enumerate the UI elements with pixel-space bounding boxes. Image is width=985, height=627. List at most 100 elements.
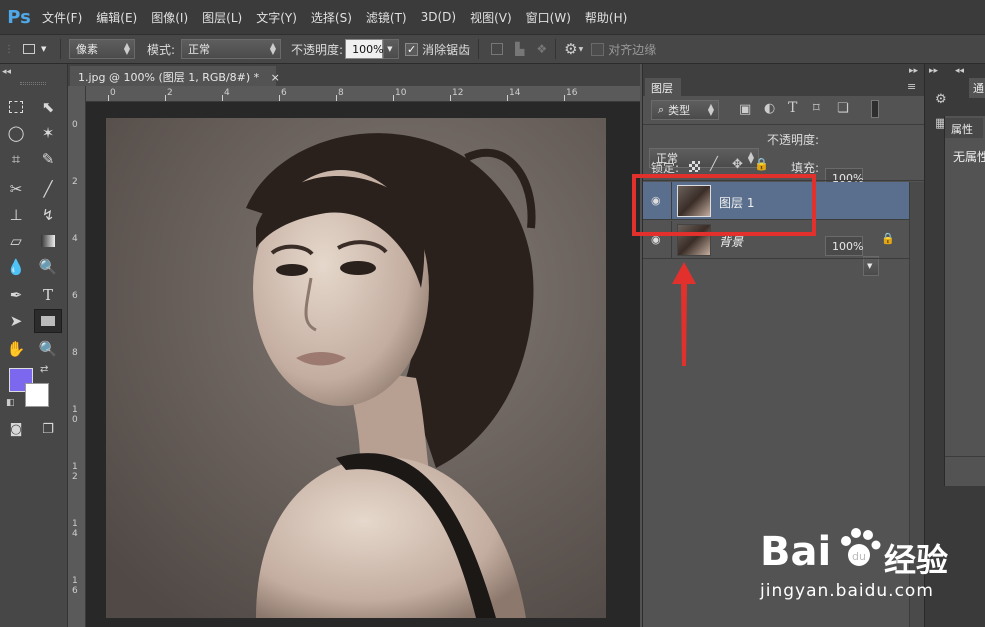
menu-image[interactable]: 图像(I) [151,9,188,26]
filter-type-icon[interactable]: T [788,100,797,116]
properties-panel: 属性 无属性 [944,116,985,486]
ruler-tick [507,95,508,101]
watermark-brand-2: 经验 [884,541,949,579]
type-tool-icon[interactable]: T [36,284,60,306]
background-color-swatch[interactable] [25,383,49,407]
mode-label: 模式: [147,42,176,57]
pen-tool-icon[interactable]: ✒ [4,284,28,306]
menu-file[interactable]: 文件(F) [42,9,82,26]
fill-dropdown[interactable]: ▼ [863,256,879,276]
filter-shape-icon[interactable]: ⌑ [813,101,820,116]
dock-collapse-icon[interactable]: ◂◂ [955,66,964,76]
ruler-tick [279,95,280,101]
menu-type[interactable]: 文字(Y) [256,9,297,26]
opacity-dropdown[interactable]: ▼ [383,39,400,59]
marquee-tool-icon[interactable] [4,96,28,118]
properties-bottom-divider [945,456,985,457]
zoom-tool-icon[interactable]: 🔍 [36,338,60,360]
ruler-tick [222,95,223,101]
ruler-tick [393,95,394,101]
dodge-tool-icon[interactable]: 🔍 [36,256,60,278]
panel-menu-icon[interactable]: ≡ [907,80,916,93]
menu-view[interactable]: 视图(V) [470,9,512,26]
default-colors-icon[interactable]: ◧ [6,398,15,408]
filter-adjustment-icon[interactable]: ◐ [764,101,775,116]
lock-position-icon[interactable]: ✥ [732,157,743,172]
vertical-ruler: 0 2 4 6 8 1 0 1 2 1 4 1 6 [68,86,86,627]
lock-image-pixels-icon[interactable]: ╱ [710,157,718,172]
ruler-tick [165,95,166,101]
clone-stamp-tool-icon[interactable]: ⊥ [4,204,28,226]
properties-tab[interactable]: 属性 [945,118,983,138]
chevron-down-icon: ▼ [41,45,47,53]
properties-tab-label: 属性 [951,123,973,136]
layers-panel-tab[interactable]: 图层 [645,78,681,96]
ruler-tick-label: 16 [566,88,578,98]
path-operations-icon[interactable] [491,43,504,55]
horizontal-ruler: 0 2 4 6 8 10 12 14 16 [86,86,640,102]
document-tab[interactable]: 1.jpg @ 100% (图层 1, RGB/8#) * × [70,66,280,86]
path-arrangement-icon[interactable]: ❖ [536,42,547,56]
filter-smart-object-icon[interactable]: ❏ [837,101,849,116]
menu-window[interactable]: 窗口(W) [526,9,571,26]
rectangle-tool-icon[interactable] [34,309,62,333]
align-edges-checkbox[interactable] [591,42,605,56]
panel-collapse-icon[interactable]: ▸▸ [909,66,918,76]
move-tool-icon[interactable]: ⬉ [36,96,60,118]
dock-expand-icon[interactable]: ▸▸ [929,66,938,76]
crop-tool-icon[interactable]: ⌗ [4,148,28,170]
screen-mode-icon[interactable]: ❐ [36,418,60,440]
menu-filter[interactable]: 滤镜(T) [366,9,407,26]
opacity-label: 不透明度: [291,42,344,57]
path-selection-tool-icon[interactable]: ➤ [4,310,28,332]
options-divider [478,39,480,59]
path-alignment-icon[interactable]: ▙ [515,42,524,56]
watermark-brand: Bai [760,529,831,575]
search-icon: ⌕ [658,103,665,116]
filter-pixel-icon[interactable]: ▣ [739,102,751,117]
ruler-tick-label: 0 [72,120,78,130]
toolbar-collapse-icon[interactable]: ◂◂ [2,67,11,77]
menu-3d[interactable]: 3D(D) [421,10,456,24]
tool-preset-picker[interactable]: ▼ [18,39,54,59]
ruler-tick [336,95,337,101]
menu-select[interactable]: 选择(S) [311,9,352,26]
document-image[interactable] [106,118,606,618]
brush-tool-icon[interactable]: ╱ [36,178,60,200]
quick-mask-icon[interactable]: ◙ [4,418,28,440]
menu-help[interactable]: 帮助(H) [585,9,627,26]
ruler-tick-label: 14 [509,88,521,98]
tools-panel: ◂◂ ⬉ ◯ ✶ ⌗ ✎ ✂ ╱ ⊥ ↯ ▱ 💧 🔍 ✒ T ➤ ✋ 🔍 ⇄ ◧… [0,64,68,627]
layer-filter-select[interactable]: ⌕ 类型 ▲ ▼ [651,100,719,120]
gradient-tool-icon[interactable] [36,230,60,252]
lock-all-icon[interactable]: 🔒 [754,157,769,171]
ruler-tick-label: 10 [395,88,407,98]
menu-edit[interactable]: 编辑(E) [96,9,137,26]
filter-toggle-switch[interactable] [871,100,879,118]
toolbar-grip [20,82,46,85]
blur-tool-icon[interactable]: 💧 [4,256,28,278]
unit-select[interactable]: 像素 ▲ ▼ [69,39,135,59]
chevron-down-icon: ▼ [867,262,873,270]
layers-tab-label: 图层 [651,82,673,95]
healing-brush-tool-icon[interactable]: ✂ [4,178,28,200]
dock-icon-1[interactable]: ⚙ [935,92,947,107]
dock-tab-top-label: 通 [973,82,984,95]
updown-arrow-icon: ▲ ▼ [707,102,714,117]
swap-colors-icon[interactable]: ⇄ [40,364,48,375]
ruler-tick-label: 12 [452,88,464,98]
lasso-tool-icon[interactable]: ◯ [4,122,28,144]
eyedropper-tool-icon[interactable]: ✎ [36,148,60,170]
magic-wand-tool-icon[interactable]: ✶ [36,122,60,144]
gear-icon[interactable]: ⚙ [564,40,577,58]
opacity-input[interactable]: 100% [345,39,384,59]
close-icon[interactable]: × [271,71,280,84]
history-brush-tool-icon[interactable]: ↯ [36,204,60,226]
antialias-checkbox[interactable]: ✓ [405,42,419,56]
lock-transparent-pixels-icon[interactable] [689,161,700,172]
hand-tool-icon[interactable]: ✋ [4,338,28,360]
mode-select[interactable]: 正常 ▲ ▼ [181,39,282,59]
dock-tab-top[interactable]: 通 [969,78,985,98]
eraser-tool-icon[interactable]: ▱ [4,230,28,252]
menu-layer[interactable]: 图层(L) [202,9,242,26]
